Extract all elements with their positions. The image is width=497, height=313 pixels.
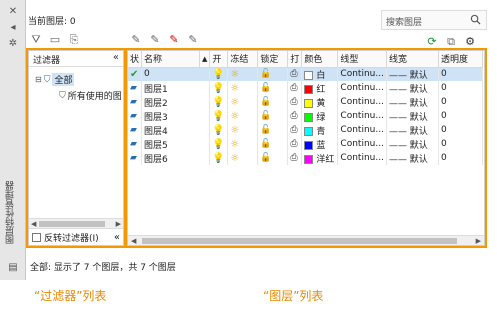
new-layer-icon[interactable]: ✎ bbox=[128, 32, 144, 48]
new-group-filter-icon[interactable]: ▭ bbox=[47, 32, 63, 48]
layer-list-highlight bbox=[125, 48, 487, 248]
filter-list-caption: “过滤器”列表 bbox=[34, 289, 107, 303]
search-icon bbox=[470, 14, 481, 25]
filter-toolbar: ⛛ ▭ ⎘ bbox=[28, 32, 82, 48]
set-current-layer-icon[interactable]: ✎ bbox=[185, 32, 201, 48]
status-text: 全部: 显示了 7 个图层，共 7 个图层 bbox=[30, 263, 176, 273]
properties-icon[interactable]: ✲ bbox=[7, 38, 19, 50]
search-placeholder: 搜索图层 bbox=[386, 18, 423, 28]
delete-layer-icon[interactable]: ✎ bbox=[166, 32, 182, 48]
layer-list-caption: “图层”列表 bbox=[263, 289, 324, 303]
autohide-icon[interactable]: ◂ bbox=[7, 22, 19, 34]
palette-sidebar: ✕ ◂ ✲ 图层特性管理器 ▤ bbox=[0, 0, 26, 280]
layer-states-icon[interactable]: ▤ bbox=[7, 262, 19, 274]
filter-list-highlight bbox=[26, 48, 126, 248]
palette-title: 图层特性管理器 bbox=[6, 181, 16, 244]
close-icon[interactable]: ✕ bbox=[7, 6, 19, 18]
current-layer-label: 当前图层: 0 bbox=[28, 17, 76, 27]
layer-states-manager-icon[interactable]: ⎘ bbox=[66, 32, 82, 48]
new-property-filter-icon[interactable]: ⛛ bbox=[28, 32, 44, 48]
search-layer-field[interactable]: 搜索图层 bbox=[381, 10, 487, 30]
new-vp-frozen-layer-icon[interactable]: ✎ bbox=[147, 32, 163, 48]
layer-toolbar: ✎ ✎ ✎ ✎ bbox=[128, 32, 201, 48]
